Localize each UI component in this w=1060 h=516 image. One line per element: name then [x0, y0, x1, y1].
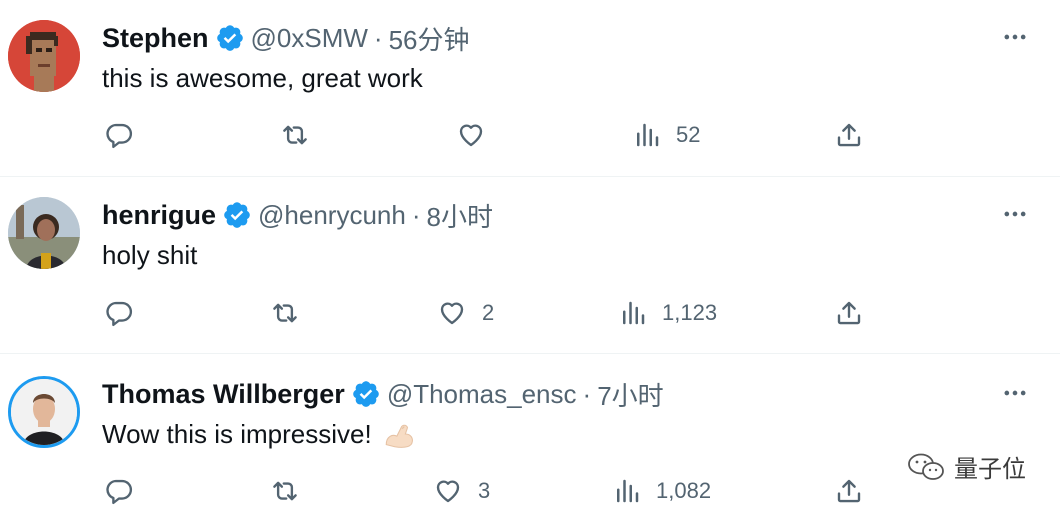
watermark: 量子位 [906, 449, 1026, 484]
avatar[interactable] [8, 20, 80, 92]
more-options-button[interactable] [1000, 199, 1030, 229]
views-count: 1,123 [662, 300, 718, 325]
heart-icon [440, 302, 464, 325]
views-button[interactable]: 1,123 [618, 293, 717, 333]
retweet-icon [273, 481, 297, 501]
photo-avatar-icon [11, 379, 77, 445]
tweet-text: Wow this is impressive! [102, 416, 416, 452]
timestamp[interactable]: 56分钟 [389, 20, 470, 57]
timestamp[interactable]: 7小时 [597, 376, 663, 413]
retweet-button[interactable] [268, 471, 302, 511]
separator-dot: · [411, 199, 421, 230]
author-name[interactable]: Stephen [102, 23, 209, 54]
like-button[interactable]: 3 [432, 471, 490, 511]
reply-button[interactable] [104, 115, 134, 155]
tweet-text-content: holy shit [102, 239, 198, 270]
reply-button[interactable] [104, 471, 134, 511]
more-options-button[interactable] [1000, 22, 1030, 52]
author-handle[interactable]: @Thomas_ensc [387, 379, 577, 410]
analytics-icon [617, 479, 639, 503]
share-icon [837, 123, 861, 147]
more-dots-icon [1004, 390, 1026, 396]
likes-count: 3 [478, 478, 491, 503]
watermark-text: 量子位 [954, 455, 1026, 483]
heart-icon [436, 480, 460, 503]
avatar[interactable] [8, 376, 80, 448]
tweet-item[interactable]: Stephen @0xSMW · 56分钟 this is awesome, g… [0, 0, 1060, 176]
retweet-button[interactable] [278, 115, 312, 155]
pixel-punk-avatar-icon [8, 20, 80, 92]
wechat-icon [908, 453, 944, 480]
heart-icon [459, 124, 483, 147]
share-button[interactable] [834, 293, 864, 333]
share-icon [837, 479, 861, 503]
tweet-text-content: Wow this is impressive! [102, 418, 372, 449]
like-button[interactable]: 2 [436, 293, 494, 333]
verified-badge-icon [216, 25, 243, 51]
tweet-item[interactable]: Thomas Willberger @Thomas_ensc · 7小时 Wow… [0, 354, 1060, 516]
reply-icon [106, 301, 133, 327]
tweet-text-content: this is awesome, great work [102, 62, 423, 93]
tweet-header: Thomas Willberger @Thomas_ensc · 7小时 [102, 376, 664, 412]
author-name[interactable]: Thomas Willberger [102, 379, 345, 410]
retweet-button[interactable] [268, 293, 302, 333]
verified-badge-icon [224, 202, 250, 228]
tweet-text: this is awesome, great work [102, 60, 423, 96]
more-dots-icon [1004, 211, 1026, 217]
separator-dot: · [373, 22, 383, 53]
tweet-item[interactable]: henrigue @henrycunh · 8小时 holy shit 2 1,… [0, 177, 1060, 353]
author-handle[interactable]: @0xSMW [251, 23, 368, 54]
tweet-text: holy shit [102, 237, 197, 273]
more-dots-icon [1004, 34, 1026, 40]
flexed-biceps-emoji-icon [385, 424, 413, 448]
like-button[interactable] [455, 115, 487, 155]
reply-icon [106, 123, 133, 149]
views-count: 1,082 [656, 478, 712, 503]
share-button[interactable] [834, 115, 864, 155]
avatar[interactable] [8, 197, 80, 269]
retweet-icon [273, 303, 297, 323]
timestamp[interactable]: 8小时 [427, 197, 493, 234]
reply-button[interactable] [104, 293, 134, 333]
likes-count: 2 [482, 300, 495, 325]
verified-badge-icon [353, 381, 379, 407]
more-options-button[interactable] [1000, 378, 1030, 408]
views-count: 52 [676, 122, 701, 147]
author-handle[interactable]: @henrycunh [258, 200, 406, 231]
reply-icon [106, 479, 133, 505]
share-button[interactable] [834, 471, 864, 511]
tweet-header: henrigue @henrycunh · 8小时 [102, 197, 493, 233]
analytics-icon [637, 123, 659, 147]
retweet-icon [283, 125, 307, 145]
tweet-header: Stephen @0xSMW · 56分钟 [102, 20, 470, 56]
analytics-icon [623, 301, 645, 325]
share-icon [837, 301, 861, 325]
views-button[interactable]: 52 [632, 115, 700, 155]
views-button[interactable]: 1,082 [612, 471, 711, 511]
photo-avatar-icon [8, 197, 80, 269]
reply-feed: Stephen @0xSMW · 56分钟 this is awesome, g… [0, 0, 1060, 516]
author-name[interactable]: henrigue [102, 200, 216, 231]
separator-dot: · [582, 378, 592, 409]
